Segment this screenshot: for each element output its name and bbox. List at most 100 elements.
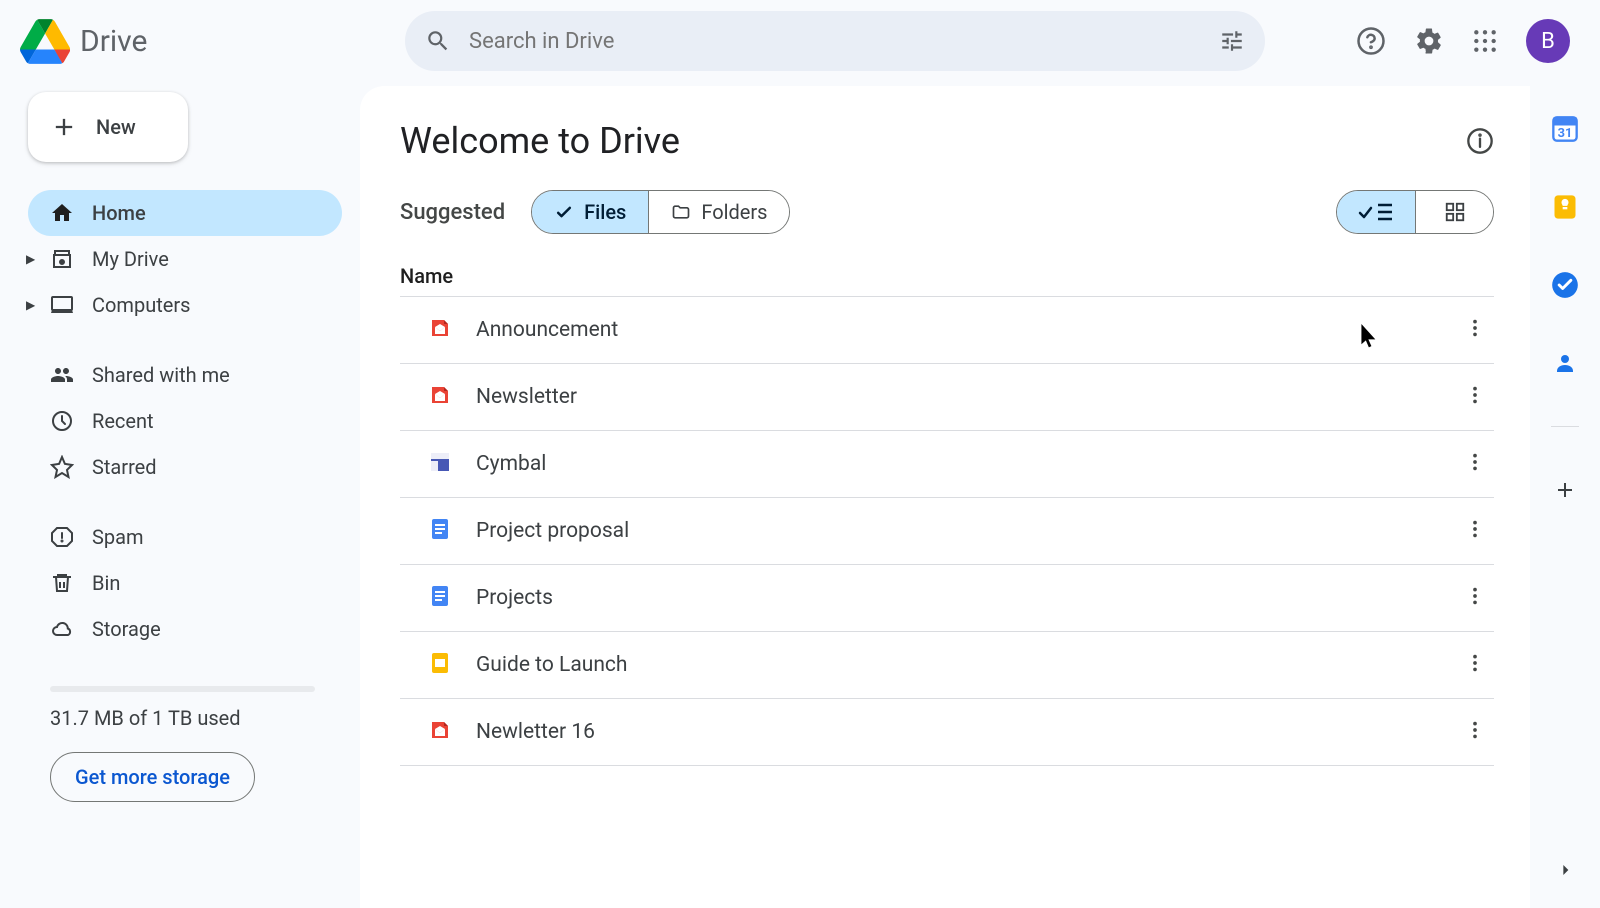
recent-icon bbox=[50, 409, 74, 433]
expand-icon[interactable]: ▶ bbox=[26, 298, 35, 312]
file-type-icon bbox=[428, 517, 452, 545]
seg-folders-button[interactable]: Folders bbox=[648, 191, 789, 233]
file-name: Announcement bbox=[476, 318, 618, 342]
file-row[interactable]: Newletter 16 bbox=[400, 699, 1494, 766]
file-type-icon bbox=[428, 651, 452, 679]
file-row[interactable]: Project proposal bbox=[400, 498, 1494, 565]
list-check-icon bbox=[1358, 201, 1394, 223]
apps-icon[interactable] bbox=[1472, 28, 1498, 54]
check-icon bbox=[554, 202, 574, 222]
sidebar-item-label: Recent bbox=[92, 409, 154, 433]
list-view-button[interactable] bbox=[1337, 191, 1415, 233]
new-button[interactable]: New bbox=[28, 92, 188, 162]
file-row[interactable]: Guide to Launch bbox=[400, 632, 1494, 699]
more-actions-button[interactable] bbox=[1464, 384, 1494, 410]
sidebar-item-spam[interactable]: Spam bbox=[28, 514, 342, 560]
side-divider bbox=[1551, 426, 1579, 427]
more-vert-icon bbox=[1464, 652, 1486, 674]
file-row[interactable]: Cymbal bbox=[400, 431, 1494, 498]
info-icon[interactable] bbox=[1466, 127, 1494, 155]
more-actions-button[interactable] bbox=[1464, 585, 1494, 611]
mydrive-icon bbox=[50, 247, 74, 271]
help-icon[interactable] bbox=[1356, 26, 1386, 56]
sidebar-item-label: Bin bbox=[92, 571, 120, 595]
file-row[interactable]: Announcement bbox=[400, 297, 1494, 364]
file-type-icon bbox=[428, 450, 452, 478]
search-input[interactable] bbox=[469, 29, 1201, 54]
avatar[interactable]: B bbox=[1526, 19, 1570, 63]
storage-bar bbox=[50, 686, 315, 692]
sidebar-item-label: Computers bbox=[92, 293, 190, 317]
grid-icon bbox=[1444, 201, 1466, 223]
computers-icon bbox=[50, 293, 74, 317]
file-name: Guide to Launch bbox=[476, 653, 628, 677]
get-more-storage-button[interactable]: Get more storage bbox=[50, 752, 255, 802]
sidebar-item-recent[interactable]: Recent bbox=[28, 398, 342, 444]
tasks-app-icon[interactable] bbox=[1550, 270, 1580, 300]
seg-files-button[interactable]: Files bbox=[532, 191, 648, 233]
sidebar-item-label: Storage bbox=[92, 617, 161, 641]
drive-logo[interactable]: Drive bbox=[20, 19, 405, 64]
side-panel-toggle[interactable] bbox=[1555, 860, 1575, 884]
file-row[interactable]: Projects bbox=[400, 565, 1494, 632]
sidebar-item-label: Starred bbox=[92, 455, 157, 479]
search-icon bbox=[425, 28, 451, 54]
new-button-label: New bbox=[96, 115, 136, 139]
more-vert-icon bbox=[1464, 518, 1486, 540]
plus-icon bbox=[50, 113, 78, 141]
sidebar-item-mydrive[interactable]: ▶ My Drive bbox=[28, 236, 342, 282]
bin-icon bbox=[50, 571, 74, 595]
folder-icon bbox=[671, 202, 691, 222]
file-type-icon bbox=[428, 584, 452, 612]
grid-view-button[interactable] bbox=[1415, 191, 1493, 233]
gear-icon[interactable] bbox=[1414, 26, 1444, 56]
search-bar[interactable] bbox=[405, 11, 1265, 71]
shared-icon bbox=[50, 363, 74, 387]
home-icon bbox=[50, 201, 74, 225]
file-name: Cymbal bbox=[476, 452, 546, 476]
file-type-icon bbox=[428, 316, 452, 344]
file-list: Announcement Newsletter Cymbal Project prop… bbox=[400, 296, 1494, 766]
sidebar-item-shared[interactable]: Shared with me bbox=[28, 352, 342, 398]
suggested-label: Suggested bbox=[400, 200, 505, 225]
more-vert-icon bbox=[1464, 719, 1486, 741]
sidebar-item-computers[interactable]: ▶ Computers bbox=[28, 282, 342, 328]
more-actions-button[interactable] bbox=[1464, 317, 1494, 343]
file-name: Newsletter bbox=[476, 385, 577, 409]
more-actions-button[interactable] bbox=[1464, 518, 1494, 544]
calendar-app-icon[interactable]: 31 bbox=[1550, 114, 1580, 144]
more-actions-button[interactable] bbox=[1464, 652, 1494, 678]
column-name-header[interactable]: Name bbox=[400, 264, 1494, 288]
file-row[interactable]: Newsletter bbox=[400, 364, 1494, 431]
sidebar-item-storage[interactable]: Storage bbox=[28, 606, 342, 652]
cloud-icon bbox=[50, 617, 74, 641]
expand-icon[interactable]: ▶ bbox=[26, 252, 35, 266]
sidebar-item-label: Shared with me bbox=[92, 363, 230, 387]
drive-logo-icon bbox=[20, 19, 70, 64]
more-actions-button[interactable] bbox=[1464, 451, 1494, 477]
sidebar-item-bin[interactable]: Bin bbox=[28, 560, 342, 606]
tune-icon[interactable] bbox=[1219, 28, 1245, 54]
more-vert-icon bbox=[1464, 451, 1486, 473]
app-name-label: Drive bbox=[80, 24, 147, 59]
file-type-icon bbox=[428, 718, 452, 746]
sidebar-item-home[interactable]: Home bbox=[28, 190, 342, 236]
sidebar-item-label: My Drive bbox=[92, 247, 169, 271]
spam-icon bbox=[50, 525, 74, 549]
addons-button[interactable] bbox=[1550, 475, 1580, 505]
contacts-app-icon[interactable] bbox=[1550, 348, 1580, 378]
more-vert-icon bbox=[1464, 384, 1486, 406]
sidebar-item-starred[interactable]: Starred bbox=[28, 444, 342, 490]
sidebar-item-label: Spam bbox=[92, 525, 144, 549]
file-name: Newletter 16 bbox=[476, 720, 595, 744]
keep-app-icon[interactable] bbox=[1550, 192, 1580, 222]
page-title: Welcome to Drive bbox=[400, 120, 680, 162]
file-type-icon bbox=[428, 383, 452, 411]
more-actions-button[interactable] bbox=[1464, 719, 1494, 745]
file-name: Project proposal bbox=[476, 519, 629, 543]
star-icon bbox=[50, 455, 74, 479]
storage-text: 31.7 MB of 1 TB used bbox=[50, 706, 342, 730]
files-folders-toggle: Files Folders bbox=[531, 190, 790, 234]
file-name: Projects bbox=[476, 586, 553, 610]
svg-text:31: 31 bbox=[1558, 126, 1573, 141]
